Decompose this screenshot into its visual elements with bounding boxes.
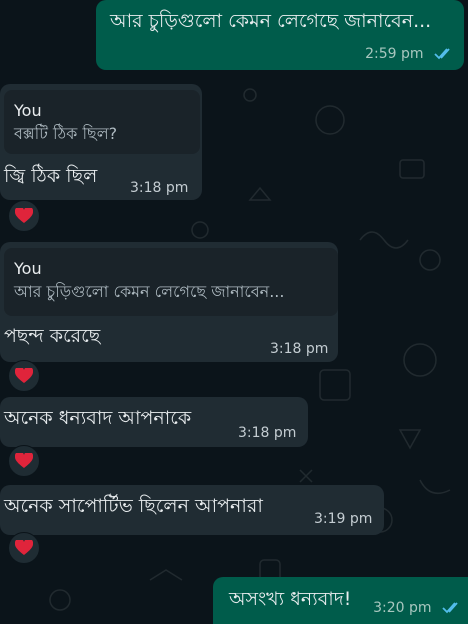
message-text: জ্বি ঠিক ছিল [4,165,98,187]
message-time: 3:19 pm [314,511,373,527]
heart-icon [15,453,33,468]
quoted-reply[interactable]: You আর চুড়িগুলো কেমন লেগেছে জানাবেন... [4,248,338,316]
reply-author: You [14,101,42,120]
reply-text: আর চুড়িগুলো কেমন লেগেছে জানাবেন... [14,282,285,301]
message-time: 2:59 pm [365,46,454,62]
message-incoming[interactable]: অনেক ধন্যবাদ আপনাকে 3:18 pm [0,397,308,447]
heart-icon [15,368,33,383]
message-incoming[interactable]: You আর চুড়িগুলো কেমন লেগেছে জানাবেন... … [0,242,338,362]
message-incoming[interactable]: অনেক সাপোর্টিভ ছিলেন আপনারা 3:19 pm [0,485,384,535]
reaction-heart[interactable] [8,445,40,477]
reaction-heart[interactable] [8,532,40,564]
message-text: অসংখ্য ধন্যবাদ! [229,588,352,610]
heart-icon [15,540,33,555]
heart-icon [15,208,33,223]
reaction-heart[interactable] [8,360,40,392]
message-time: 3:18 pm [130,180,189,196]
message-incoming[interactable]: You বক্সটি ঠিক ছিল? জ্বি ঠিক ছিল 3:18 pm [0,84,202,200]
message-text: অনেক সাপোর্টিভ ছিলেন আপনারা [4,495,263,517]
double-check-icon [442,602,458,614]
message-time: 3:18 pm [270,341,329,357]
message-outgoing[interactable]: আর চুড়িগুলো কেমন লেগেছে জানাবেন... 2:59… [96,0,464,70]
message-time-text: 3:20 pm [373,600,432,616]
reaction-heart[interactable] [8,200,40,232]
message-time: 3:20 pm [373,600,462,616]
double-check-icon [434,48,450,60]
message-time: 3:18 pm [238,425,297,441]
message-text: অনেক ধন্যবাদ আপনাকে [4,407,192,429]
quoted-reply[interactable]: You বক্সটি ঠিক ছিল? [4,90,200,154]
message-time-text: 2:59 pm [365,46,424,62]
reply-text: বক্সটি ঠিক ছিল? [14,124,118,143]
reply-author: You [14,259,42,278]
message-outgoing[interactable]: অসংখ্য ধন্যবাদ! 3:20 pm [213,577,468,624]
message-text: পছন্দ করেছে [4,325,101,347]
message-text: আর চুড়িগুলো কেমন লেগেছে জানাবেন... [110,10,432,32]
